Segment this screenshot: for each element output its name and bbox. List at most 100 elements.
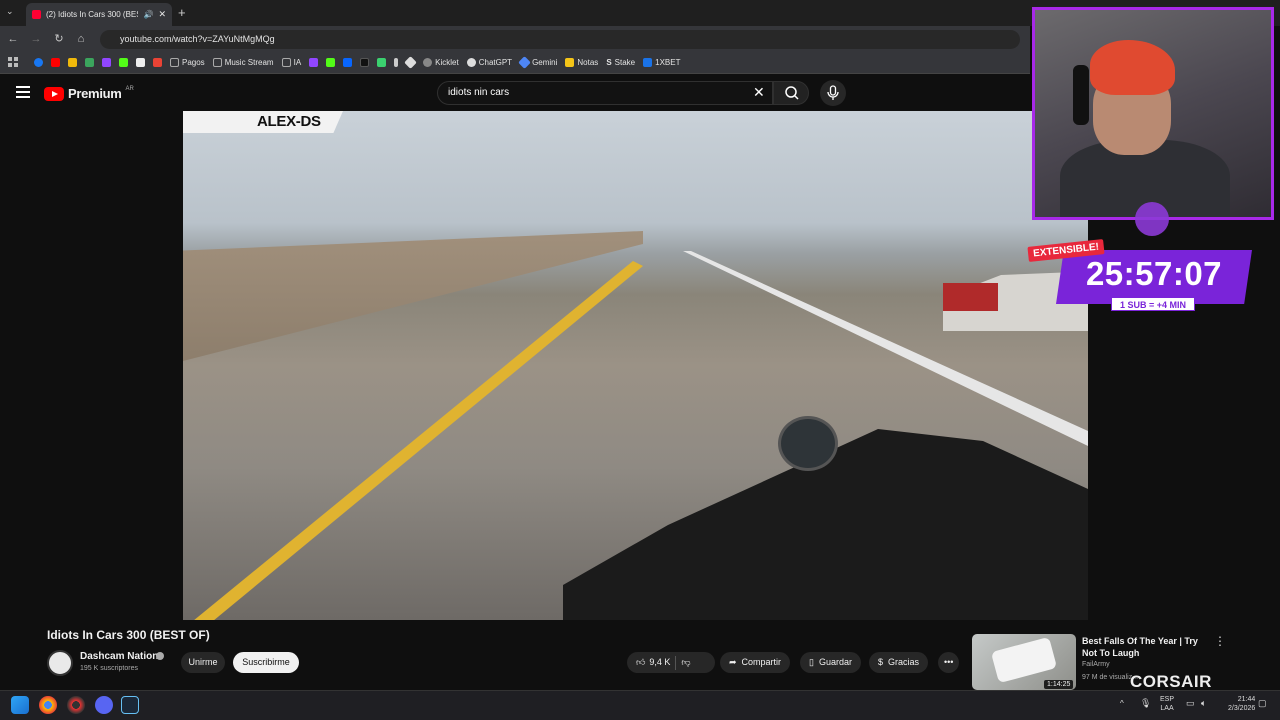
gemini-icon [518,56,531,69]
like-count: 9,4 K [649,657,671,667]
browser-tab[interactable]: (2) Idiots In Cars 300 (BEST 🔊 ✕ [26,3,172,26]
youtube-logo[interactable]: Premium AR [44,86,134,101]
tab-title: (2) Idiots In Cars 300 (BEST [46,10,139,19]
system-clock[interactable]: 21:44 2/3/2026 [1228,695,1255,713]
bookmark-chatgpt[interactable]: ChatGPT [466,58,512,67]
clear-search-icon[interactable]: ✕ [753,84,765,101]
webcam-overlay [1032,7,1274,220]
chatgpt-icon [466,58,476,67]
url-field[interactable]: youtube.com/watch?v=ZAYuNtMgMQg [100,30,1020,49]
app-icon[interactable] [377,58,387,67]
more-actions-button[interactable]: ••• [938,652,960,673]
drive-icon[interactable] [85,58,94,67]
join-button[interactable]: Unirme [181,652,225,673]
recommendation-title[interactable]: Best Falls Of The Year | Try Not To Laug… [1082,635,1212,659]
search-input[interactable]: idiots nin cars [437,81,773,105]
obs-icon[interactable] [67,696,85,714]
bookmark-pagos[interactable]: Pagos [170,58,205,67]
headset-icon [1073,65,1089,125]
folder-icon [212,58,222,67]
youtube-play-icon [44,86,64,101]
kick-icon[interactable] [119,58,128,67]
chrome-icon[interactable] [39,696,57,714]
kick-icon[interactable] [326,58,336,67]
discord-icon[interactable] [95,696,113,714]
home-icon[interactable]: ⌂ [74,32,88,46]
tool-icon[interactable] [394,58,399,67]
thanks-icon: $ [878,657,884,667]
menu-icon[interactable] [16,86,30,98]
video-truck-cab [943,283,998,311]
subathon-timer: 25:57:07 [1085,255,1223,292]
thanks-button[interactable]: $ Gracias [869,652,929,673]
video-yellow-lane-line [194,261,643,620]
thumbs-up-icon: 👍︎ [636,657,646,667]
bookmark-music-stream[interactable]: Music Stream [212,58,274,67]
voice-search-button[interactable] [820,80,846,106]
audio-icon[interactable]: 🔊 [143,10,153,19]
share-button[interactable]: ➦ Compartir [720,652,791,673]
apps-grid-icon[interactable] [8,57,18,67]
gmail-icon[interactable] [153,58,162,67]
youtube-icon[interactable] [51,58,60,67]
windows-taskbar [0,690,1280,720]
like-dislike-group: 👍︎ 9,4 K 👎︎ [627,652,715,673]
bookmark-stake[interactable]: S Stake [606,58,635,67]
channel-avatar[interactable] [47,650,73,676]
close-tab-icon[interactable]: ✕ [158,9,166,20]
thumbs-down-icon[interactable]: 👎︎ [681,652,690,673]
bookmark-1xbet[interactable]: 1XBET [643,58,680,67]
1xbet-icon [643,58,653,67]
tray-mic-icon[interactable]: 🎙︎ [1140,698,1151,709]
search-icon [785,86,799,100]
language-indicator[interactable]: ESP LAA [1160,695,1174,713]
kicklet-icon [423,58,433,67]
forward-icon[interactable]: → [29,32,43,46]
search-button[interactable] [773,81,809,105]
tray-arrow-icon[interactable]: ^ [1120,699,1124,708]
twitch-icon[interactable] [102,58,111,67]
bookmark-notas[interactable]: Notas [565,58,598,67]
video-speedometer [778,416,838,471]
notification-icon[interactable]: ▢ [1258,698,1267,709]
recommendation-duration: 1:14:25 [1044,680,1074,689]
bookmarks-bar: Pagos Music Stream IA Kicklet ChatGPT Ge… [0,52,1030,74]
bookmark-ia[interactable]: IA [281,58,301,67]
notes-icon [565,58,575,67]
meta-icon[interactable] [343,58,353,67]
reload-icon[interactable]: ↻ [52,32,66,46]
back-icon[interactable]: ← [6,32,20,46]
save-button[interactable]: ▯ Guardar [800,652,861,673]
more-horizontal-icon: ••• [944,657,954,667]
recommendation-more-icon[interactable]: ⋮ [1214,634,1226,648]
diamond-icon[interactable] [404,56,418,69]
network-icon[interactable]: ▭ [1186,698,1195,709]
bookmark-gemini[interactable]: Gemini [518,56,557,69]
tab-search-icon[interactable]: ⌄ [6,6,14,17]
subscriber-count: 195 K suscriptores [80,665,138,672]
streamer-badge-icon [1135,202,1169,236]
patreon-icon[interactable] [136,58,145,67]
tiktok-icon[interactable] [360,58,370,67]
folder-icon [281,58,291,67]
bookmark-kicklet[interactable]: Kicklet [423,58,459,67]
facebook-icon[interactable] [34,58,43,67]
sub-info-label: 1 SUB = +4 MIN [1111,297,1195,311]
bookmark-icon: ▯ [809,657,814,667]
like-button[interactable]: 👍︎ 9,4 K [636,652,670,673]
microphone-icon [827,85,839,100]
volume-icon[interactable]: 🔈︎ [1201,698,1206,709]
recommendation-channel[interactable]: FailArmy [1082,661,1110,668]
twitch-icon[interactable] [309,58,319,67]
new-tab-button[interactable]: + [178,5,186,20]
folder-icon [170,58,179,67]
verified-icon [156,652,164,660]
premium-label: Premium [68,86,122,101]
binance-icon[interactable] [68,58,77,67]
subscribe-button[interactable]: Suscribirme [233,652,299,673]
video-player[interactable] [183,111,1088,620]
windows-start-icon[interactable] [11,696,29,714]
youtube-favicon-icon [32,10,41,19]
channel-name[interactable]: Dashcam Nation [80,651,158,662]
steam-icon[interactable] [121,696,139,714]
